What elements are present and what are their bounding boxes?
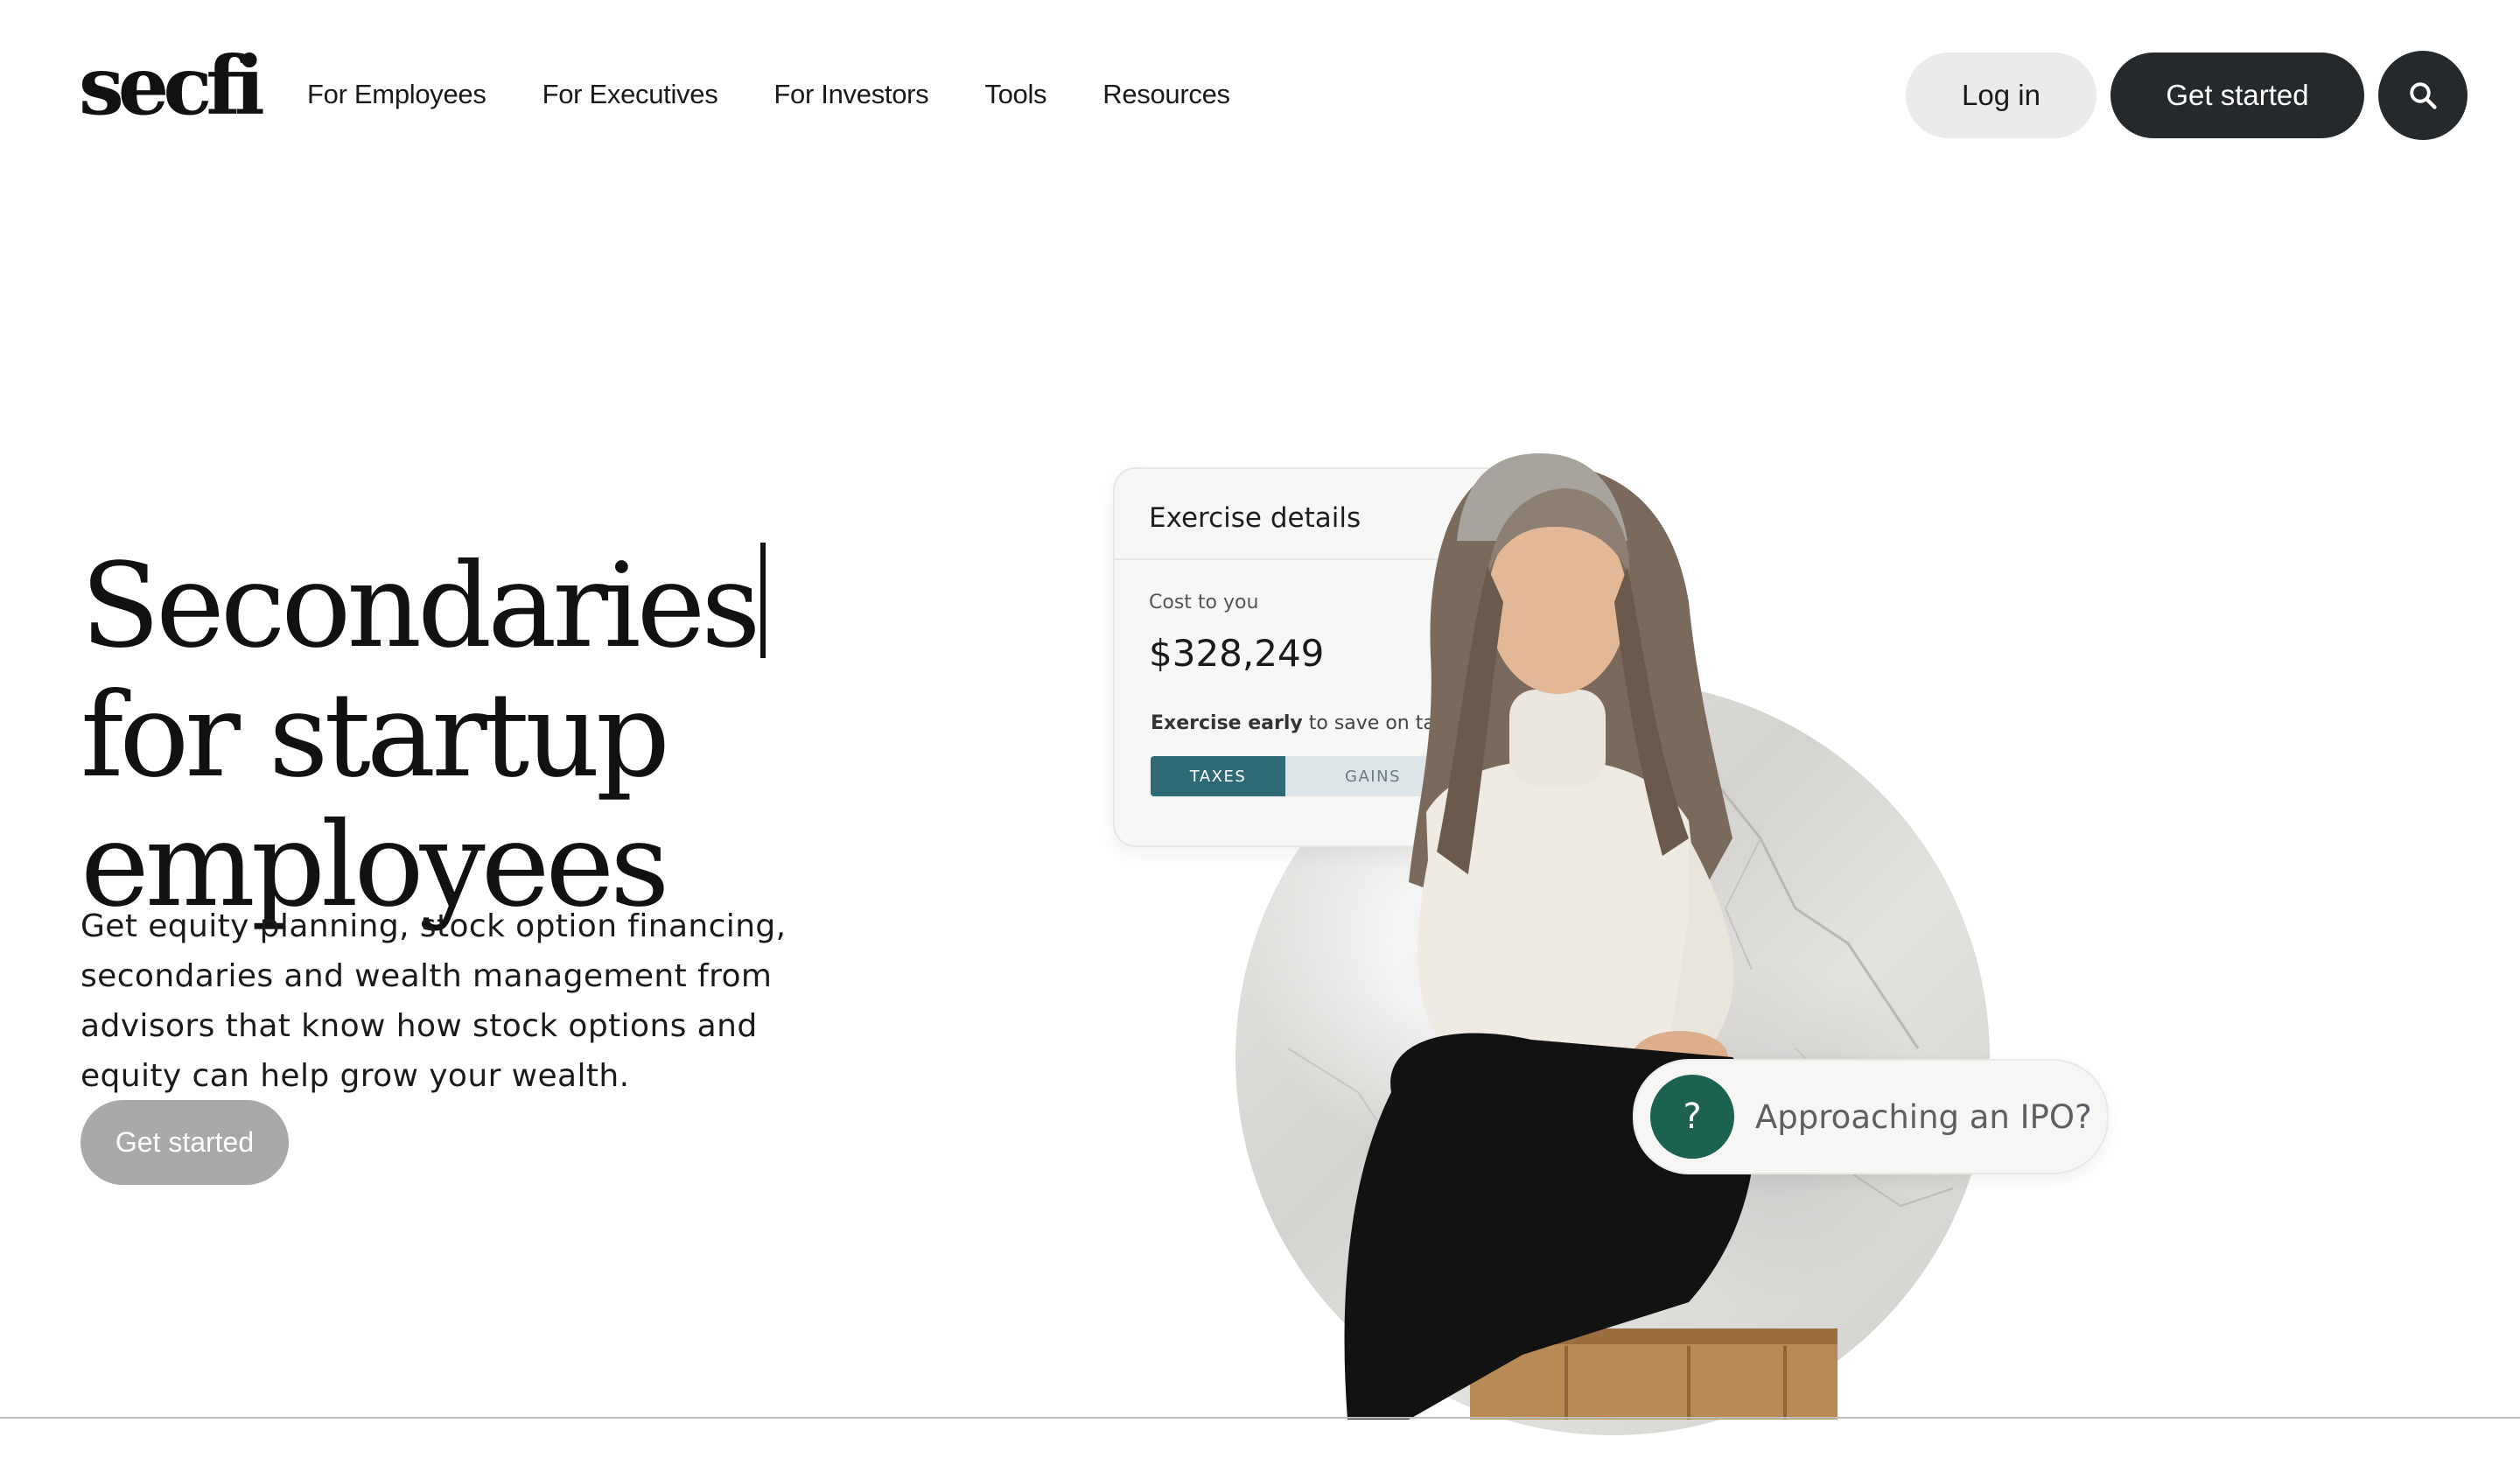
hero-subtitle: Get equity planning, stock option financ… xyxy=(80,908,787,1094)
search-button[interactable] xyxy=(2378,51,2468,140)
nav-tools[interactable]: Tools xyxy=(984,79,1046,110)
nav-for-executives[interactable]: For Executives xyxy=(542,79,718,110)
tab-taxes[interactable]: TAXES xyxy=(1151,756,1285,796)
search-icon xyxy=(2410,82,2437,109)
login-button[interactable]: Log in xyxy=(1906,53,2096,138)
hero-title-text-1: Secondaries xyxy=(80,539,761,675)
hero-title-line-1: Secondaries xyxy=(80,542,868,671)
ipo-prompt-pill[interactable]: ? Approaching an IPO? xyxy=(1633,1059,2109,1174)
nav-for-employees[interactable]: For Employees xyxy=(307,79,486,110)
nav-for-investors[interactable]: For Investors xyxy=(774,79,928,110)
main-nav: For Employees For Executives For Investo… xyxy=(307,79,1286,110)
get-started-header-button[interactable]: Get started xyxy=(2110,53,2364,138)
site-header: secfi For Employees For Executives For I… xyxy=(0,0,2520,196)
get-started-hero-button[interactable]: Get started xyxy=(80,1100,289,1185)
hero-title-line-2: for startup xyxy=(80,669,670,804)
typing-cursor xyxy=(760,543,766,659)
hero-title: Secondaries for startup employees xyxy=(80,542,868,930)
ipo-prompt-label: Approaching an IPO? xyxy=(1755,1097,2092,1136)
secfi-logo[interactable]: secfi xyxy=(79,46,265,126)
woman-photo xyxy=(1344,453,1838,1419)
cost-label: Cost to you xyxy=(1149,592,1259,613)
question-mark-icon: ? xyxy=(1650,1075,1734,1159)
nav-resources[interactable]: Resources xyxy=(1102,79,1230,110)
section-divider xyxy=(0,1417,2520,1419)
